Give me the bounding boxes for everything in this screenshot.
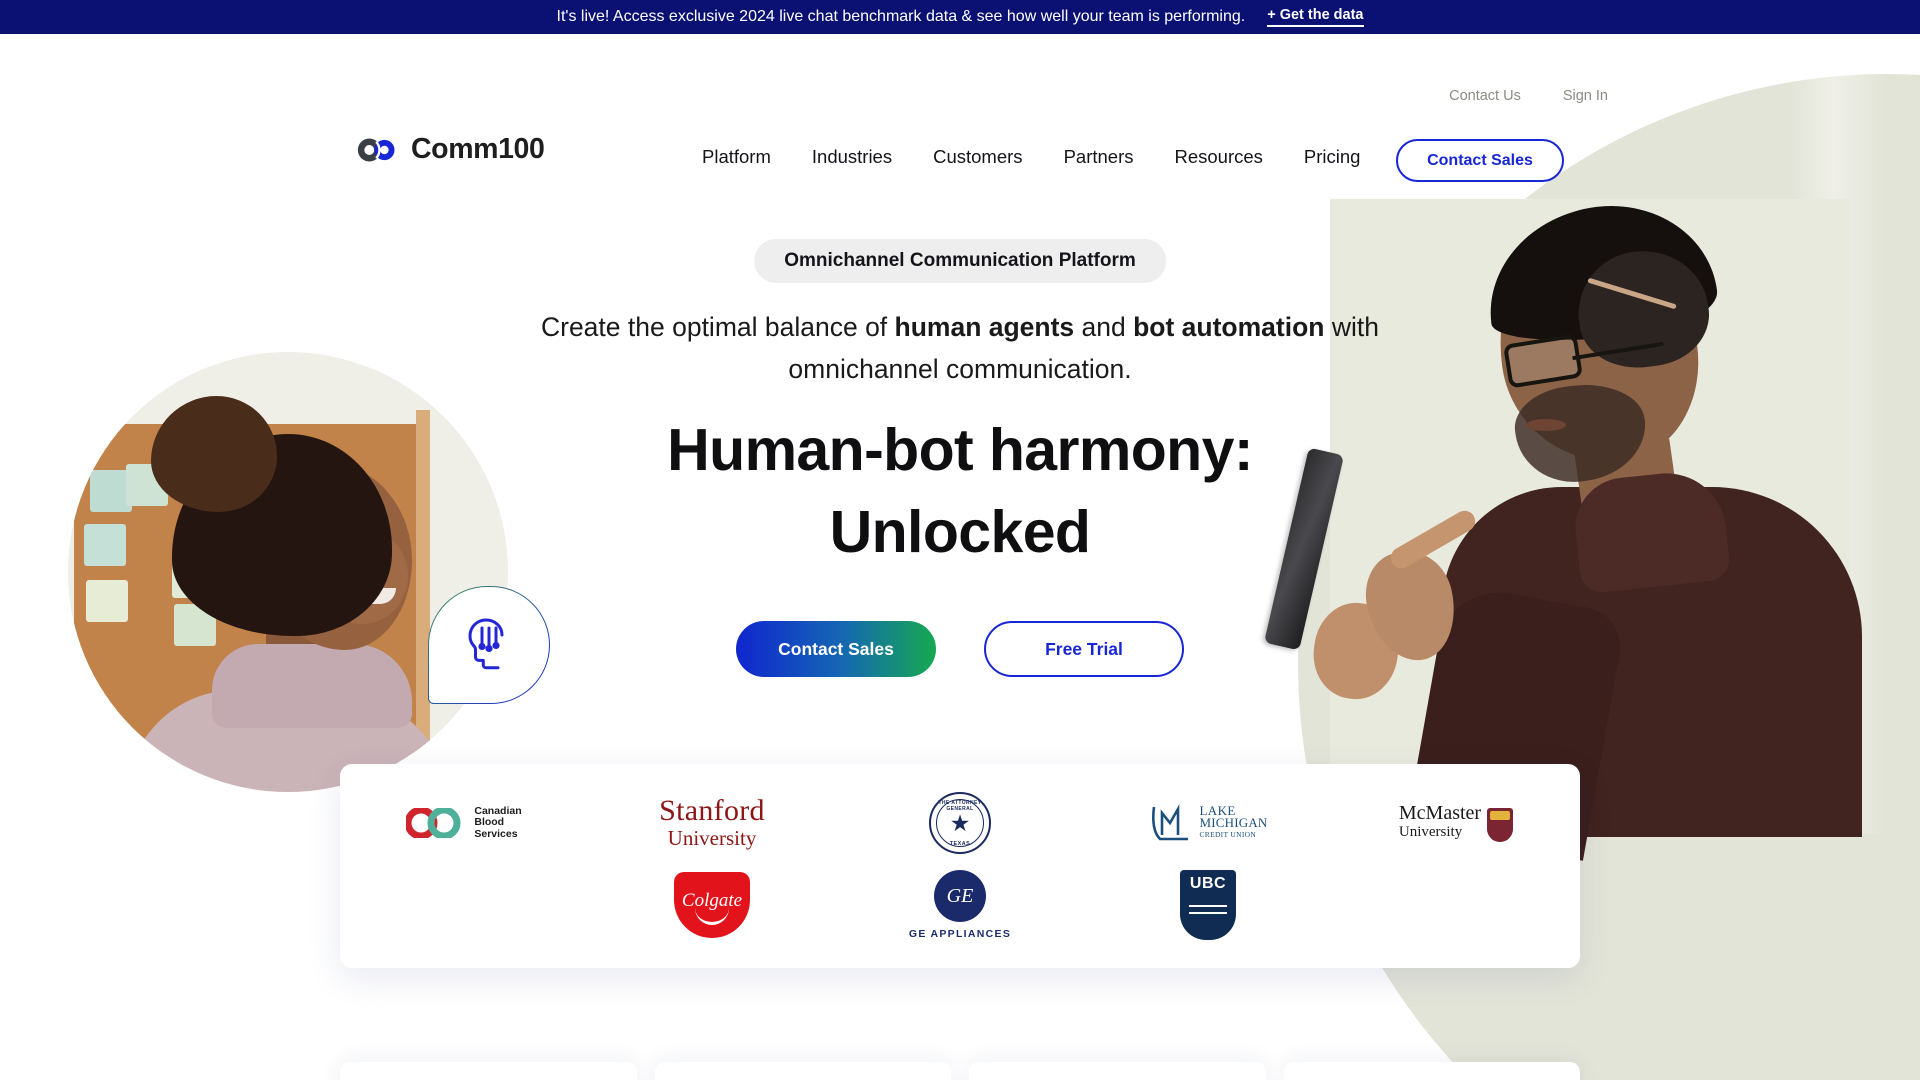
announcement-bar: It's live! Access exclusive 2024 live ch… xyxy=(0,0,1920,34)
ubc-label: UBC xyxy=(1189,875,1227,892)
texas-ag-seal-icon: THE ATTORNEY GENERAL ★ TEXAS xyxy=(929,792,991,854)
subheading-bold-1: human agents xyxy=(894,312,1075,342)
subheading-bold-2: bot automation xyxy=(1133,312,1325,342)
ge-appliances-label: GE APPLIANCES xyxy=(908,928,1012,940)
logo-ubc: UBC xyxy=(1113,866,1303,944)
hero-stage: Contact Us Sign In Comm100 Platform Indu… xyxy=(0,34,1920,1080)
announcement-text: It's live! Access exclusive 2024 live ch… xyxy=(556,8,1246,25)
feature-card-1[interactable] xyxy=(340,1062,637,1080)
ubc-crest-icon: UBC xyxy=(1180,870,1236,940)
headline-line-1: Human-bot harmony: xyxy=(667,417,1253,483)
hero-cta-row: Contact Sales Free Trial xyxy=(736,621,1184,677)
woman-hair-bun xyxy=(151,396,277,512)
infinity-logo-icon xyxy=(357,138,395,161)
man-mouth xyxy=(1526,419,1566,431)
header-contact-sales-button[interactable]: Contact Sales xyxy=(1396,139,1564,182)
ge-monogram-icon: GE xyxy=(934,870,986,922)
lmcu-line-2: MICHIGAN xyxy=(1199,815,1268,830)
brand-name: Comm100 xyxy=(411,133,545,165)
colgate-mark-icon: Colgate xyxy=(674,872,750,938)
woman-smiling-photo xyxy=(68,352,508,792)
site-header: Contact Us Sign In Comm100 Platform Indu… xyxy=(0,34,1920,182)
stanford-line-2: University xyxy=(667,826,757,850)
nav-item-industries[interactable]: Industries xyxy=(812,146,892,168)
ai-brain-head-icon xyxy=(468,618,504,670)
cbs-line-3: Services xyxy=(474,827,518,840)
logo-canadian-blood-services: Canadian Blood Services xyxy=(369,784,559,862)
stanford-line-1: Stanford xyxy=(659,794,765,827)
sticky-note xyxy=(86,580,128,622)
logo-mcmaster-university: McMaster University xyxy=(1361,784,1551,862)
hero-contact-sales-button[interactable]: Contact Sales xyxy=(736,621,936,677)
brand-logo[interactable]: Comm100 xyxy=(356,133,545,166)
hero-subheading: Create the optimal balance of human agen… xyxy=(500,306,1420,390)
nav-item-pricing[interactable]: Pricing xyxy=(1304,146,1361,168)
utility-link-contact-us[interactable]: Contact Us xyxy=(1449,88,1521,104)
primary-nav: Platform Industries Customers Partners R… xyxy=(702,146,1360,168)
utility-link-sign-in[interactable]: Sign In xyxy=(1563,88,1608,104)
customer-logos-card: Canadian Blood Services Stanford Univers… xyxy=(340,764,1580,968)
headline-line-2: Unlocked xyxy=(829,499,1091,565)
glasses-arm xyxy=(1572,341,1664,361)
canadian-blood-services-mark-icon xyxy=(406,808,461,838)
nav-item-partners[interactable]: Partners xyxy=(1064,146,1134,168)
customer-logos-row-1: Canadian Blood Services Stanford Univers… xyxy=(340,784,1580,862)
man-glasses xyxy=(1503,333,1664,389)
glasses-lens-left xyxy=(1503,333,1583,389)
subheading-part-1: Create the optimal balance of xyxy=(540,312,895,342)
mcmaster-line-2: University xyxy=(1398,824,1463,840)
ai-speech-bubble xyxy=(428,586,550,704)
nav-item-resources[interactable]: Resources xyxy=(1174,146,1262,168)
seal-bottom-text: TEXAS xyxy=(949,841,971,847)
feature-card-3[interactable] xyxy=(969,1062,1266,1080)
feature-cards-row xyxy=(340,1062,1580,1080)
logo-ge-appliances: GE GE APPLIANCES xyxy=(865,866,1055,944)
logo-row2-spacer-right xyxy=(1361,866,1551,944)
lake-michigan-mark-icon xyxy=(1152,804,1189,841)
lmcu-line-3: CREDIT UNION xyxy=(1199,830,1257,839)
mcmaster-shield-icon xyxy=(1487,808,1514,842)
logo-stanford-university: Stanford University xyxy=(617,784,807,862)
logo-row2-spacer-left xyxy=(369,866,559,944)
hero-badge: Omnichannel Communication Platform xyxy=(754,239,1166,283)
seal-star-glyph: ★ xyxy=(949,809,971,836)
colgate-label: Colgate xyxy=(681,890,743,911)
subheading-part-2: and xyxy=(1074,312,1134,342)
customer-logos-row-2: Colgate GE GE APPLIANCES UBC xyxy=(340,860,1580,950)
feature-card-4[interactable] xyxy=(1283,1062,1580,1080)
page-title: Human-bot harmony: Unlocked xyxy=(460,409,1460,573)
nav-item-customers[interactable]: Customers xyxy=(933,146,1022,168)
logo-lake-michigan-credit-union: LAKE MICHIGAN CREDIT UNION xyxy=(1113,784,1303,862)
feature-card-2[interactable] xyxy=(654,1062,951,1080)
logo-attorney-general-texas: THE ATTORNEY GENERAL ★ TEXAS xyxy=(865,784,1055,862)
seal-top-text: THE ATTORNEY GENERAL xyxy=(938,800,982,812)
logo-colgate: Colgate xyxy=(617,866,807,944)
utility-nav: Contact Us Sign In xyxy=(1449,88,1608,104)
get-the-data-link[interactable]: + Get the data xyxy=(1267,7,1364,27)
nav-item-platform[interactable]: Platform xyxy=(702,146,771,168)
mcmaster-line-1: McMaster xyxy=(1398,802,1482,824)
sticky-note xyxy=(84,524,126,566)
hero-free-trial-button[interactable]: Free Trial xyxy=(984,621,1184,677)
woman-turtleneck xyxy=(212,644,412,728)
